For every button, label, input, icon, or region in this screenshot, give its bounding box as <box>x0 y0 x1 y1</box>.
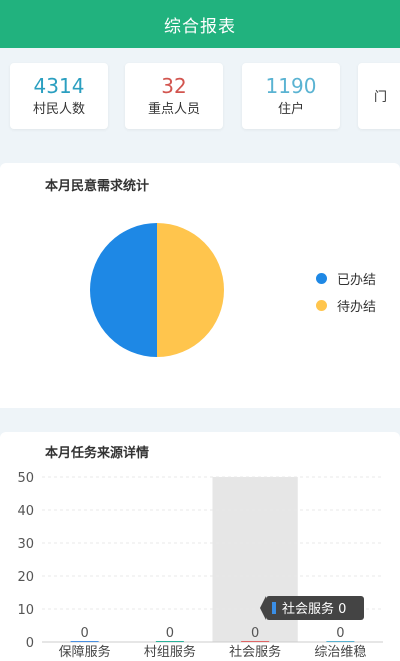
bar-data-label: 0 <box>80 626 88 641</box>
y-tick-label: 40 <box>17 504 34 519</box>
pie-slice-1[interactable] <box>157 223 224 357</box>
legend-item-done[interactable]: 已办结 <box>316 269 376 288</box>
bar[interactable] <box>326 641 355 642</box>
x-tick-label: 社会服务 <box>229 644 281 660</box>
stat-label: 住户 <box>277 102 304 117</box>
x-tick-label: 综治维稳 <box>314 644 366 660</box>
bar[interactable] <box>155 641 184 642</box>
legend-label: 待办结 <box>337 300 377 315</box>
stat-card-villagers[interactable]: 4314 村民人数 <box>10 63 108 129</box>
stat-card-key-persons[interactable]: 32 重点人员 <box>125 63 223 129</box>
y-tick-label: 10 <box>17 603 34 618</box>
y-tick-label: 20 <box>17 570 34 585</box>
x-tick-label: 保障服务 <box>59 644 111 660</box>
y-tick-label: 0 <box>26 636 34 651</box>
app-header: 综合报表 <box>0 0 400 48</box>
legend-item-pending[interactable]: 待办结 <box>316 296 376 315</box>
stat-value: 32 <box>161 74 187 98</box>
bar-data-label: 0 <box>166 626 174 641</box>
task-source-panel: 本月任务来源详情 0 10 20 30 40 50 0 保障服务 0 村组服务 0 社会服务 0 综治维稳… <box>0 432 400 661</box>
demand-stats-panel: 本月民意需求统计 已办结 待办结 <box>0 163 400 408</box>
stat-label: 门 <box>374 90 388 105</box>
bar-data-label: 0 <box>336 626 344 641</box>
x-tick-label: 村组服务 <box>144 644 196 660</box>
stat-card-partial[interactable]: 门 <box>358 63 400 129</box>
stats-strip[interactable]: 4314 村民人数 32 重点人员 1190 住户 门 <box>0 48 400 150</box>
bar[interactable] <box>70 641 99 642</box>
legend-dot <box>316 273 327 284</box>
tooltip-text: 社会服务 0 <box>282 601 346 617</box>
stat-label: 重点人员 <box>147 102 200 117</box>
stat-value: 1190 <box>265 74 317 98</box>
legend-dot <box>316 300 327 311</box>
legend-label: 已办结 <box>337 273 377 288</box>
stat-card-households[interactable]: 1190 住户 <box>242 63 340 129</box>
bar-data-label: 0 <box>251 626 259 641</box>
stat-value: 4314 <box>33 74 85 98</box>
bar-tooltip: 社会服务 0 <box>260 596 364 620</box>
bar-chart: 0 10 20 30 40 50 0 保障服务 0 村组服务 0 社会服务 0 综治维稳 社会服务 0 <box>17 471 383 660</box>
stat-label: 村民人数 <box>32 102 85 117</box>
y-tick-label: 50 <box>17 471 34 486</box>
page-title: 综合报表 <box>164 16 236 37</box>
pie-slice-0[interactable] <box>90 223 157 357</box>
bar[interactable] <box>241 641 270 642</box>
y-tick-label: 30 <box>17 537 34 552</box>
